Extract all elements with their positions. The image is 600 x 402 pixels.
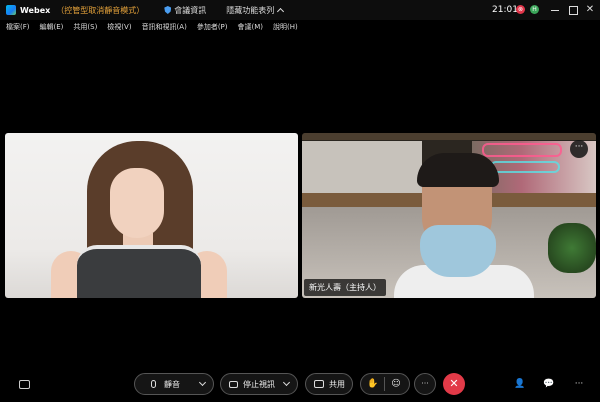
webex-logo-icon — [6, 5, 16, 15]
video-tile-host[interactable]: ··· 新光人壽（主持人） — [302, 133, 596, 298]
participants-icon[interactable]: 👤 — [513, 377, 527, 391]
host-video-shelf — [302, 133, 596, 140]
reactions-group: ✋ ☺ — [360, 373, 410, 395]
menu-edit[interactable]: 編輯(E) — [40, 22, 64, 32]
host-video-neon — [482, 143, 562, 157]
share-screen-icon — [314, 380, 324, 388]
host-video-hair — [417, 153, 499, 187]
chevron-down-icon[interactable] — [282, 378, 291, 387]
user-status-icon[interactable]: H — [530, 5, 539, 14]
share-label: 共用 — [329, 379, 345, 389]
minimize-button[interactable] — [548, 3, 562, 17]
close-window-button[interactable]: ✕ — [583, 3, 597, 17]
chevron-down-icon[interactable] — [198, 378, 207, 387]
host-video-neon — [490, 161, 560, 173]
menu-participants[interactable]: 參加者(P) — [197, 22, 228, 32]
video-tile-participant[interactable] — [5, 133, 298, 298]
participant-video-top — [77, 245, 201, 298]
app-name: Webex — [20, 5, 51, 15]
shield-icon — [164, 6, 172, 14]
reactions-icon[interactable]: ☺ — [391, 379, 400, 389]
menu-bar: 檔案(F) 編輯(E) 共用(S) 檢視(V) 音訊和視訊(A) 參加者(P) … — [0, 20, 600, 34]
participant-video-face — [110, 168, 164, 238]
microphone-icon — [151, 380, 156, 388]
more-options-button[interactable]: ··· — [414, 373, 436, 395]
clock: 21:01 — [492, 5, 518, 15]
divider — [384, 377, 386, 391]
end-meeting-button[interactable]: ✕ — [443, 373, 465, 395]
maximize-button[interactable] — [566, 3, 580, 17]
stop-video-label: 停止視訊 — [243, 379, 275, 389]
menu-share[interactable]: 共用(S) — [73, 22, 97, 32]
meeting-info-label: 會議資訊 — [174, 5, 207, 15]
stop-video-button[interactable]: 停止視訊 — [220, 373, 298, 395]
raise-hand-icon[interactable]: ✋ — [367, 379, 378, 389]
menu-audio-video[interactable]: 音訊和視訊(A) — [142, 22, 187, 32]
meeting-mode: （控管型取消靜音模式） — [56, 5, 145, 15]
hide-menu-bar-button[interactable]: 隱藏功能表列 — [226, 5, 285, 16]
share-button[interactable]: 共用 — [305, 373, 353, 395]
host-video-plant — [548, 223, 596, 273]
menu-help[interactable]: 說明(H) — [273, 22, 298, 32]
mute-label: 靜音 — [164, 379, 180, 389]
tile-more-options-button[interactable]: ··· — [570, 140, 588, 158]
more-panels-button[interactable]: ··· — [572, 377, 586, 391]
menu-view[interactable]: 檢視(V) — [107, 22, 131, 32]
meeting-info-button[interactable]: 會議資訊 — [164, 5, 206, 16]
captions-icon[interactable] — [18, 378, 30, 390]
mute-button[interactable]: 靜音 — [134, 373, 214, 395]
recording-status-icon[interactable]: ⊗ — [516, 5, 525, 14]
host-video-background — [302, 141, 422, 193]
camera-icon — [229, 380, 238, 388]
host-video-mask — [420, 225, 496, 277]
chat-icon[interactable]: 💬 — [542, 377, 556, 391]
menu-file[interactable]: 檔案(F) — [6, 22, 30, 32]
host-name-label: 新光人壽（主持人） — [304, 279, 386, 296]
chevron-up-icon — [277, 7, 285, 16]
menu-meeting[interactable]: 會議(M) — [238, 22, 264, 32]
hide-menu-bar-label: 隱藏功能表列 — [226, 5, 275, 15]
